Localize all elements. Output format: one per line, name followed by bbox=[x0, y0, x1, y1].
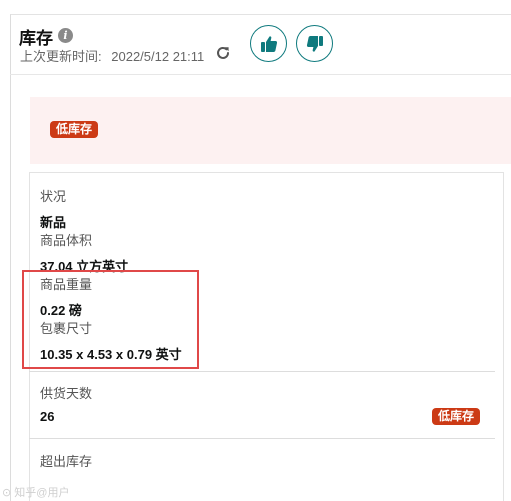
supply-low-stock-badge: 低库存 bbox=[432, 408, 481, 425]
thumbs-up-icon bbox=[260, 35, 277, 52]
thumbs-up-button[interactable] bbox=[250, 25, 287, 62]
low-stock-alert bbox=[30, 97, 511, 164]
status-label: 状况 bbox=[40, 189, 67, 204]
header-divider bbox=[10, 74, 511, 75]
thumbs-down-button[interactable] bbox=[296, 25, 333, 62]
excess-label: 超出库存 bbox=[40, 454, 93, 469]
refresh-icon[interactable] bbox=[214, 44, 232, 62]
low-stock-badge: 低库存 bbox=[50, 121, 99, 138]
row-divider bbox=[29, 371, 495, 372]
volume-label: 商品体积 bbox=[40, 233, 93, 248]
last-updated: 上次更新时间: 2022/5/12 21:11 bbox=[20, 46, 204, 65]
supply-days-value: 26 bbox=[40, 409, 55, 424]
row-divider bbox=[29, 438, 495, 439]
thumbs-down-icon bbox=[306, 35, 323, 52]
supply-days-label: 供货天数 bbox=[40, 386, 93, 401]
highlight-box bbox=[22, 270, 199, 369]
status-value: 新品 bbox=[40, 215, 67, 230]
watermark: ⊙ 知乎@用户 bbox=[2, 487, 70, 499]
last-updated-time: 2022/5/12 21:11 bbox=[111, 49, 205, 64]
info-icon[interactable]: i bbox=[58, 28, 73, 43]
last-updated-label: 上次更新时间: bbox=[20, 49, 102, 64]
